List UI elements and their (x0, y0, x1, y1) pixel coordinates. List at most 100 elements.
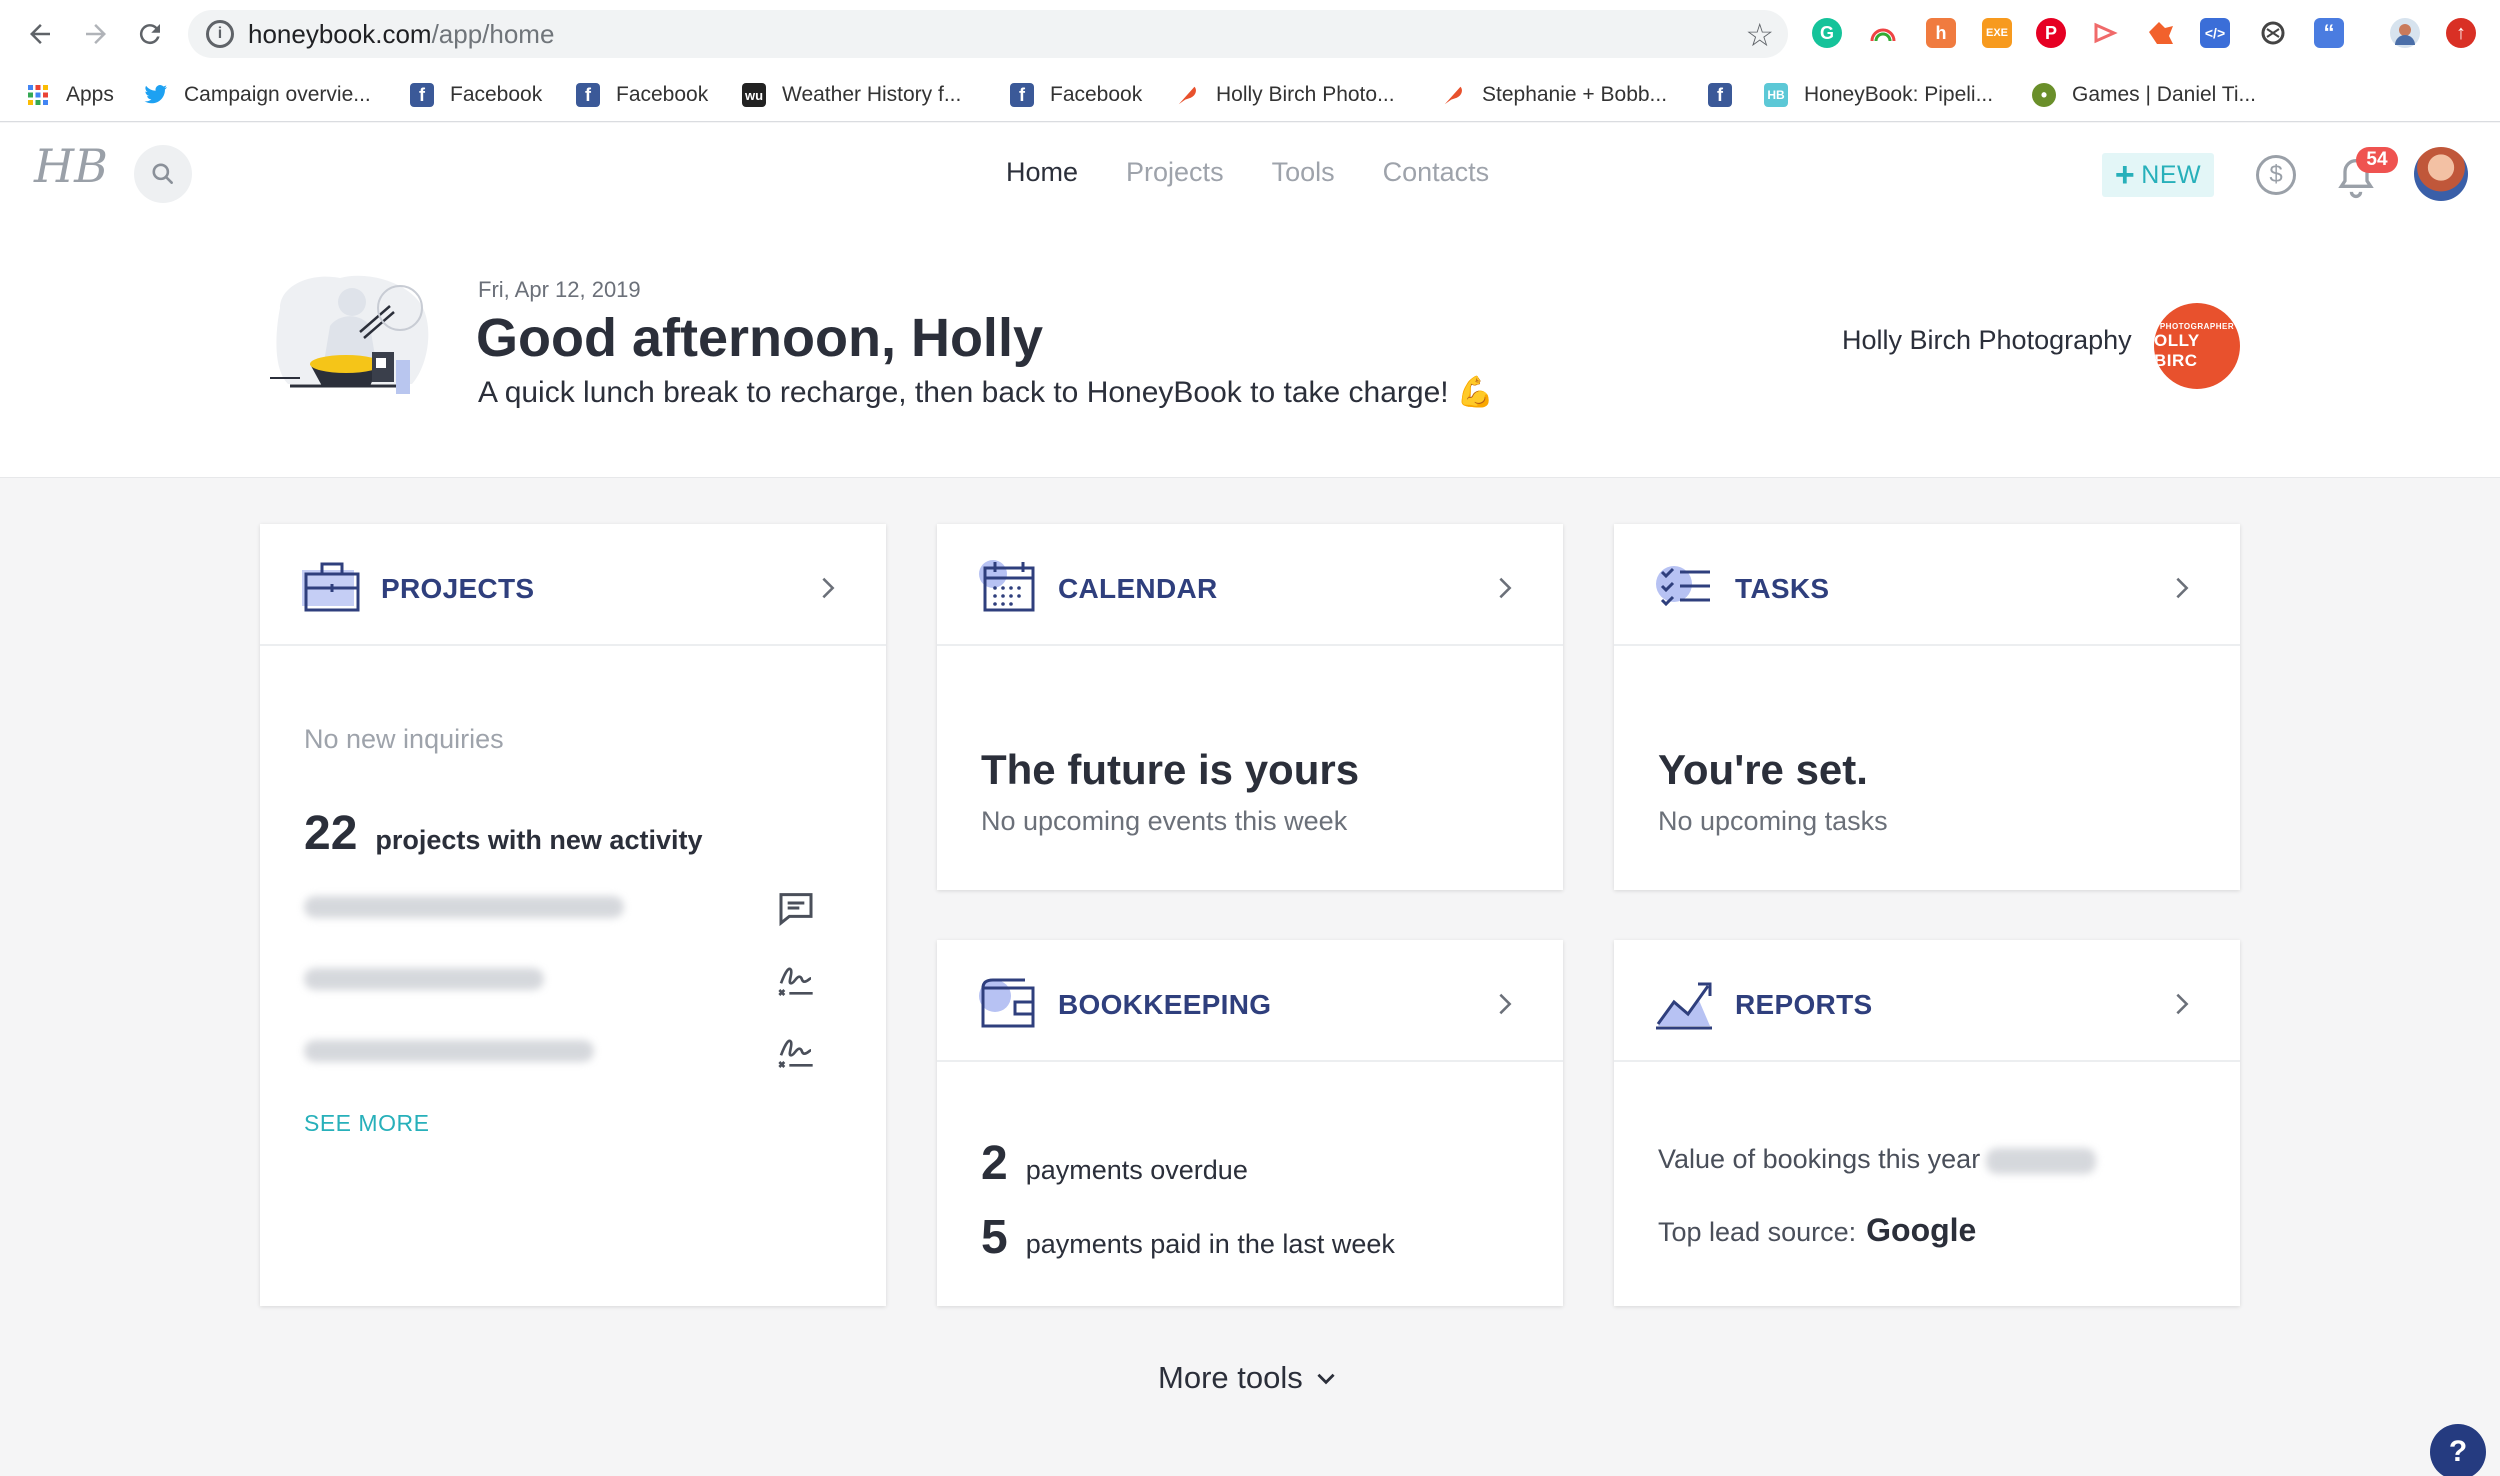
calendar-card-title: CALENDAR (1058, 573, 1218, 604)
nav-contacts[interactable]: Contacts (1383, 157, 1490, 188)
checklist-icon (1656, 566, 1710, 607)
bookmark-holly-birch[interactable]: Holly Birch Photo... (1176, 78, 1395, 112)
tasks-card: TASKS You're set. No upcoming tasks (1614, 524, 2240, 890)
honey-extension-icon[interactable]: h (1926, 18, 1956, 48)
main-nav: Home Projects Tools Contacts (1006, 157, 1489, 188)
top-lead-label: Top lead source: (1658, 1217, 1857, 1247)
upload-extension-icon[interactable]: ↑ (2446, 18, 2476, 48)
nav-projects[interactable]: Projects (1126, 157, 1224, 188)
apps-grid-icon (26, 83, 50, 107)
back-icon[interactable] (20, 14, 60, 54)
signature-icon (778, 1039, 813, 1068)
more-tools-button[interactable]: More tools (1158, 1360, 1339, 1396)
bookmark-campaign[interactable]: Campaign overvie... (144, 78, 371, 112)
bookmark-apps[interactable]: Apps (26, 78, 114, 112)
tasks-headline: You're set. (1658, 746, 1868, 793)
top-lead-value: Google (1866, 1212, 1977, 1248)
help-button[interactable]: ? (2430, 1424, 2486, 1476)
code-extension-icon[interactable]: </> (2200, 18, 2230, 48)
projects-card-header[interactable]: PROJECTS (260, 524, 886, 646)
bookmark-games[interactable]: • Games | Daniel Ti... (2032, 78, 2256, 112)
chevron-right-icon[interactable] (1491, 990, 1519, 1018)
omnibox[interactable]: i honeybook.com/app/home ☆ (188, 10, 1788, 58)
new-button[interactable]: + NEW (2102, 153, 2214, 197)
payments-paid-stat[interactable]: 5 payments paid in the last week (981, 1210, 1395, 1265)
facebook-icon: f (576, 83, 600, 107)
payments-overdue-stat[interactable]: 2 payments overdue (981, 1136, 1248, 1191)
chevron-right-icon[interactable] (2168, 574, 2196, 602)
bookmark-label: Apps (66, 83, 114, 106)
site-info-icon[interactable]: i (206, 20, 234, 48)
bookmark-facebook-2[interactable]: f Facebook (576, 78, 708, 112)
company-name[interactable]: Holly Birch Photography (1842, 325, 2132, 356)
notifications-button[interactable]: 54 (2334, 145, 2404, 205)
honeybook-icon: HB (1764, 83, 1788, 107)
chevron-right-icon[interactable] (814, 574, 842, 602)
openai-extension-icon[interactable] (2258, 18, 2288, 48)
bookmark-facebook-4[interactable]: f (1708, 78, 1732, 112)
browser-chrome: i honeybook.com/app/home ☆ G h EXE P </>… (0, 0, 2500, 122)
quote-extension-icon[interactable]: “ (2314, 18, 2344, 48)
nav-home[interactable]: Home (1006, 157, 1078, 188)
nav-tools[interactable]: Tools (1272, 157, 1335, 188)
chevron-right-icon[interactable] (2168, 990, 2196, 1018)
new-button-label: NEW (2141, 160, 2202, 189)
chevron-right-icon[interactable] (1491, 574, 1519, 602)
bookmark-facebook-3[interactable]: f Facebook (1010, 78, 1142, 112)
url-text: honeybook.com/app/home (248, 19, 555, 49)
idm-extension-icon[interactable]: EXE (1982, 18, 2012, 48)
bookmark-label: Campaign overvie... (184, 83, 371, 106)
bookmark-label: HoneyBook: Pipeli... (1804, 83, 1994, 106)
bookmark-label: Facebook (450, 83, 543, 106)
weather-underground-icon: wu (742, 83, 766, 107)
search-button[interactable] (134, 145, 192, 203)
profile-extension-icon[interactable] (2390, 18, 2420, 48)
bookkeeping-card: BOOKKEEPING 2 payments overdue 5 payment… (937, 940, 1563, 1306)
fox-extension-icon[interactable] (2146, 18, 2176, 48)
reports-card-title: REPORTS (1735, 989, 1873, 1020)
bookmark-weather-history[interactable]: wu Weather History f... (742, 78, 961, 112)
tasks-subtext: No upcoming tasks (1658, 806, 1888, 836)
grammarly-extension-icon[interactable]: G (1812, 18, 1842, 48)
greeting-date: Fri, Apr 12, 2019 (478, 277, 641, 302)
blurred-project-2[interactable] (304, 968, 544, 990)
forward-icon[interactable] (76, 14, 116, 54)
blurred-project-3[interactable] (304, 1040, 594, 1062)
tasks-card-title: TASKS (1735, 573, 1830, 604)
bookmarks-bar: Apps Campaign overvie... f Facebook f Fa… (0, 68, 2500, 122)
tasks-card-header[interactable]: TASKS (1614, 524, 2240, 646)
calendar-headline: The future is yours (981, 746, 1360, 793)
bookmark-stephanie[interactable]: Stephanie + Bobb... (1442, 78, 1667, 112)
projects-activity-label: projects with new activity (375, 825, 703, 855)
projects-activity-stat: 22 projects with new activity (304, 806, 702, 861)
pinterest-extension-icon[interactable]: P (2036, 18, 2066, 48)
bookmark-star-icon[interactable]: ☆ (1745, 16, 1774, 54)
briefcase-icon (302, 562, 360, 612)
no-inquiries-text: No new inquiries (304, 724, 504, 754)
feather-icon (1176, 83, 1200, 107)
dollar-icon[interactable]: $ (2256, 155, 2296, 195)
message-icon (779, 893, 813, 927)
play-extension-icon[interactable] (2090, 18, 2120, 48)
calendar-card: CALENDAR The future is yours No upcoming… (937, 524, 1563, 890)
projects-card-title: PROJECTS (381, 573, 535, 604)
more-tools-label: More tools (1158, 1360, 1303, 1395)
reload-icon[interactable] (130, 14, 170, 54)
company-logo[interactable]: PHOTOGRAPHER OLLY BIRC (2154, 303, 2240, 389)
notification-badge: 54 (2356, 147, 2398, 173)
blurred-project-1[interactable] (304, 896, 624, 918)
bookmark-label: Facebook (616, 83, 709, 106)
bookmark-honeybook-pipeline[interactable]: HB HoneyBook: Pipeli... (1764, 78, 1993, 112)
user-avatar[interactable] (2414, 147, 2468, 201)
calendar-card-header[interactable]: CALENDAR (937, 524, 1563, 646)
payments-paid-count: 5 (981, 1211, 1008, 1264)
tiger-icon: • (2032, 83, 2056, 107)
honeybook-logo[interactable]: HB (34, 139, 108, 193)
reports-card-header[interactable]: REPORTS (1614, 940, 2240, 1062)
rainbow-extension-icon[interactable] (1868, 18, 1898, 48)
address-bar-row: i honeybook.com/app/home ☆ G h EXE P </>… (0, 0, 2500, 68)
bookmark-facebook-1[interactable]: f Facebook (410, 78, 542, 112)
see-more-link[interactable]: SEE MORE (304, 1110, 429, 1137)
facebook-icon: f (410, 83, 434, 107)
bookkeeping-card-header[interactable]: BOOKKEEPING (937, 940, 1563, 1062)
